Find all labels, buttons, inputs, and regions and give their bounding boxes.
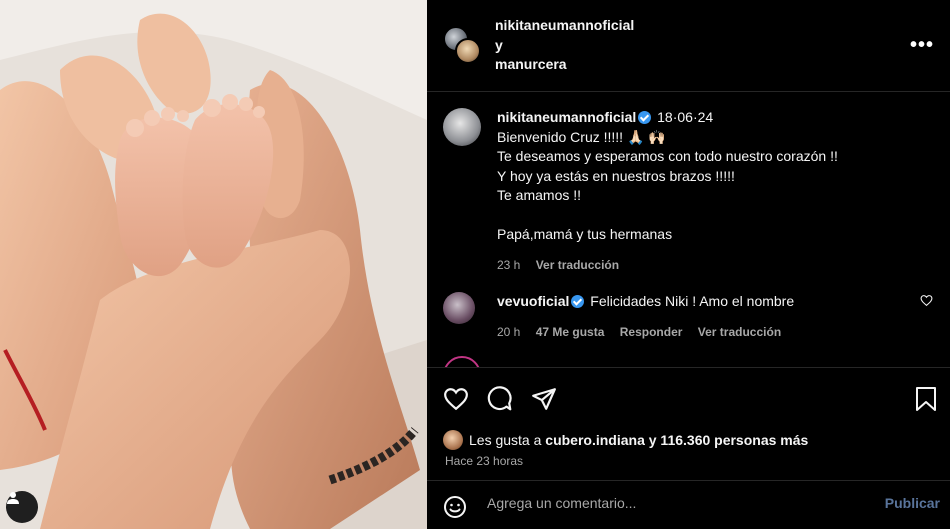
share-icon[interactable] bbox=[531, 386, 557, 412]
caption-username[interactable]: nikitaneumannoficial bbox=[497, 109, 636, 125]
collab-names: nikitaneumannoficial y manurcera bbox=[495, 16, 634, 75]
likes-user[interactable]: cubero.indiana bbox=[545, 432, 645, 448]
avatar[interactable] bbox=[443, 108, 481, 146]
caption-date: 18·06·24 bbox=[657, 109, 714, 125]
comment-composer: Publicar bbox=[427, 480, 950, 529]
caption-line: Te amamos !!󠁿 bbox=[497, 187, 582, 203]
comment-likes[interactable]: 47 Me gusta bbox=[536, 325, 605, 339]
caption-line: Te deseamos y esperamos con todo nuestro… bbox=[497, 148, 838, 164]
avatar[interactable] bbox=[443, 356, 481, 367]
more-options-icon[interactable]: ••• bbox=[910, 34, 934, 57]
comments-section[interactable]: nikitaneumannoficial 18·06·24 Bienvenido… bbox=[427, 92, 950, 367]
verified-badge-icon bbox=[638, 111, 652, 124]
header-conjunction: y bbox=[495, 36, 503, 53]
caption-signature: Papá,mamá y tus hermanas bbox=[497, 226, 673, 242]
action-icons bbox=[443, 386, 557, 412]
comment-time[interactable]: 20 h bbox=[497, 325, 520, 339]
comment-username[interactable]: vevuoficial bbox=[497, 293, 569, 309]
comment-icon[interactable] bbox=[487, 386, 513, 412]
translate-link[interactable]: Ver traducción bbox=[536, 258, 619, 272]
collab-avatars[interactable] bbox=[443, 26, 483, 66]
avatar bbox=[455, 38, 481, 64]
post-actions: Les gusta a cubero.indiana y 116.360 per… bbox=[427, 367, 950, 480]
caption-time[interactable]: 23 h bbox=[497, 258, 520, 272]
post-header: nikitaneumannoficial y manurcera ••• bbox=[427, 0, 950, 92]
posted-time[interactable]: Hace 23 horas bbox=[445, 454, 523, 468]
post-sidebar: nikitaneumannoficial y manurcera ••• nik… bbox=[427, 0, 950, 529]
comment-text: Felicidades Niki ! Amo el nombre bbox=[590, 293, 795, 309]
photo-illustration bbox=[0, 0, 427, 529]
caption-line: Y hoy ya estás en nuestros brazos !!!!! bbox=[497, 167, 735, 184]
emoji-icon[interactable] bbox=[443, 495, 467, 519]
tagged-users-button[interactable] bbox=[6, 491, 38, 523]
caption-body: nikitaneumannoficial 18·06·24 Bienvenido… bbox=[497, 108, 909, 275]
user-icon bbox=[7, 492, 19, 504]
verified-badge-icon bbox=[571, 295, 585, 308]
header-username-2[interactable]: manurcera bbox=[495, 55, 634, 75]
publish-button[interactable]: Publicar bbox=[885, 495, 940, 511]
comment-input[interactable] bbox=[487, 495, 847, 511]
caption-meta: 23 h Ver traducción bbox=[497, 256, 909, 276]
likes-prefix: Les gusta a bbox=[469, 432, 542, 448]
header-username-1[interactable]: nikitaneumannoficial bbox=[495, 16, 634, 36]
translate-link[interactable]: Ver traducción bbox=[698, 325, 781, 339]
caption-line: Bienvenido Cruz !!!!! 🙏🏻 🙌🏻 bbox=[497, 128, 666, 145]
reply-button[interactable]: Responder bbox=[620, 325, 683, 339]
comment-body: vevuoficial Felicidades Niki ! Amo el no… bbox=[497, 292, 909, 342]
likes-suffix[interactable]: y 116.360 personas más bbox=[649, 432, 809, 448]
avatar[interactable] bbox=[443, 292, 475, 324]
likes-summary[interactable]: Les gusta a cubero.indiana y 116.360 per… bbox=[443, 430, 808, 450]
bookmark-icon[interactable] bbox=[914, 386, 938, 412]
like-icon[interactable] bbox=[443, 386, 469, 412]
comment-meta: 20 h 47 Me gusta Responder Ver traducció… bbox=[497, 323, 909, 343]
avatar bbox=[443, 430, 463, 450]
post-photo[interactable] bbox=[0, 0, 427, 529]
comment-like-icon[interactable] bbox=[920, 294, 933, 307]
